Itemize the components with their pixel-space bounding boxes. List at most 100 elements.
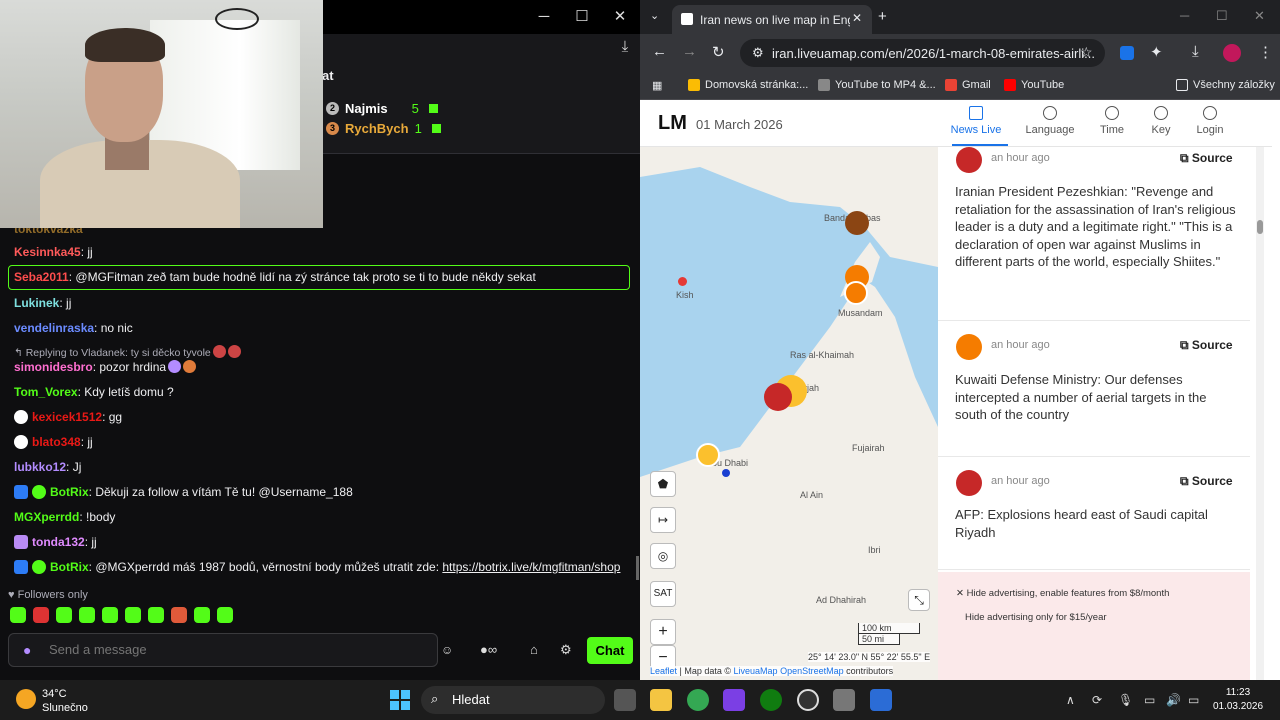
emote-icon[interactable]	[102, 607, 118, 623]
reload-icon[interactable]: ↻	[712, 43, 725, 61]
emote-icon[interactable]	[217, 607, 233, 623]
settings-icon[interactable]	[833, 689, 855, 711]
leaderboard-user[interactable]: RychBych	[345, 121, 409, 136]
reply-context[interactable]: ↰ Replying to Vladanek: ty si děcko tyvo…	[14, 345, 241, 359]
obs-icon[interactable]	[797, 689, 819, 711]
chat-username[interactable]: blato348	[32, 435, 81, 449]
battery-icon[interactable]: ▭	[1188, 693, 1199, 707]
microphone-icon[interactable]: ●	[23, 642, 31, 658]
chat-username[interactable]: Seba2011	[14, 270, 69, 284]
fullscreen-icon[interactable]: ⤡	[908, 589, 930, 611]
chat-username[interactable]: MGXperrdd	[14, 510, 79, 524]
map-satellite-button[interactable]: SAT	[650, 581, 676, 607]
source-link[interactable]: ⧉ Source	[1180, 151, 1233, 166]
chat-username[interactable]: BotRix	[50, 485, 89, 499]
emote-icon[interactable]	[171, 607, 187, 623]
chat-username[interactable]: Lukinek	[14, 296, 59, 310]
browser-tab[interactable]: Iran news on live map in English ✕	[672, 5, 872, 34]
download-icon[interactable]: ⤓	[615, 38, 635, 56]
bookmark-item[interactable]: YouTube to MP4 &...	[818, 79, 936, 91]
chat-message-input[interactable]	[49, 642, 409, 657]
microphone-icon[interactable]: 🎙	[1118, 693, 1133, 707]
map-location-dot[interactable]	[722, 469, 730, 477]
source-link[interactable]: ⧉ Source	[1180, 338, 1233, 353]
forward-icon[interactable]: →	[682, 43, 697, 60]
chat-send-button[interactable]: Chat	[587, 637, 633, 664]
map-event-marker[interactable]	[696, 443, 720, 467]
store-icon[interactable]: ⌂	[530, 642, 538, 657]
hide-ads-monthly-link[interactable]: ✕ Hide advertising, enable features from…	[956, 588, 1169, 599]
bookmark-item[interactable]: YouTube	[1004, 79, 1064, 91]
map-event-marker[interactable]	[845, 211, 869, 235]
chat-username[interactable]: Tom_Vorex	[14, 385, 78, 399]
feed-scrollbar-thumb[interactable]	[1257, 220, 1263, 234]
zoom-in-button[interactable]: +	[650, 619, 676, 645]
app-icon[interactable]	[723, 689, 745, 711]
emote-icon[interactable]	[194, 607, 210, 623]
chrome-icon[interactable]	[687, 689, 709, 711]
tab-language[interactable]: Language	[1019, 104, 1081, 136]
emote-icon[interactable]	[33, 607, 49, 623]
app-icon[interactable]	[870, 689, 892, 711]
maximize-icon[interactable]: ☐	[1216, 8, 1228, 24]
tab-search-icon[interactable]: ⌄	[650, 9, 659, 22]
new-tab-icon[interactable]: +	[878, 8, 887, 25]
tray-overflow-icon[interactable]: ∧	[1066, 693, 1075, 707]
settings-gear-icon[interactable]: ⚙	[560, 642, 572, 658]
emote-icon[interactable]	[148, 607, 164, 623]
live-map[interactable]: Bandar Abbas Kish Musandam Ras al-Khaima…	[640, 147, 938, 680]
points-icon[interactable]: ●∞	[480, 642, 497, 657]
chat-scrollbar[interactable]	[636, 556, 639, 580]
extension-icon[interactable]	[1120, 46, 1134, 60]
map-measure-button[interactable]: ↦	[650, 507, 676, 533]
volume-icon[interactable]: 🔊	[1166, 693, 1181, 707]
extensions-puzzle-icon[interactable]: ✦	[1150, 43, 1163, 61]
hide-ads-yearly-link[interactable]: Hide advertising only for $15/year	[965, 612, 1107, 623]
site-info-icon[interactable]: ⚙	[752, 45, 764, 61]
file-explorer-icon[interactable]	[650, 689, 672, 711]
bookmark-item[interactable]: Gmail	[945, 79, 991, 91]
network-icon[interactable]: ▭	[1144, 693, 1155, 707]
chat-input-box[interactable]: ● ☺	[8, 633, 453, 667]
site-date[interactable]: 01 March 2026	[696, 117, 783, 132]
taskbar-search[interactable]: ⌕ Hledat	[421, 686, 605, 714]
chat-username[interactable]: simonidesbro	[14, 360, 93, 374]
emote-icon[interactable]	[10, 607, 26, 623]
all-bookmarks[interactable]: Všechny záložky	[1176, 79, 1275, 91]
bookmark-star-icon[interactable]: ☆	[1080, 44, 1093, 61]
minimize-icon[interactable]: ─	[1180, 8, 1189, 23]
emote-icon[interactable]	[79, 607, 95, 623]
chat-username[interactable]: tonda132	[32, 535, 85, 549]
leaderboard-user[interactable]: Najmis	[345, 101, 388, 116]
chat-username[interactable]: vendelinraska	[14, 321, 94, 335]
windows-start-icon[interactable]	[390, 690, 410, 710]
xbox-icon[interactable]	[760, 689, 782, 711]
emote-icon[interactable]	[56, 607, 72, 623]
map-draw-polygon-button[interactable]: ⬟	[650, 471, 676, 497]
profile-avatar[interactable]	[1223, 44, 1241, 62]
minimize-icon[interactable]: ─	[534, 8, 554, 26]
close-icon[interactable]: ✕	[1254, 8, 1265, 24]
emoji-icon[interactable]: ☺	[441, 643, 453, 657]
taskbar-clock[interactable]: 11:23 01.03.2026	[1210, 686, 1266, 714]
back-icon[interactable]: ←	[652, 43, 667, 60]
chat-username[interactable]: Kesinnka45	[14, 245, 81, 259]
osm-link[interactable]: OpenStreetMap	[778, 666, 844, 676]
map-event-marker[interactable]	[844, 281, 868, 305]
leaflet-link[interactable]: Leaflet	[650, 666, 677, 676]
news-item[interactable]: an hour ago ⧉ Source Kuwaiti Defense Min…	[938, 321, 1250, 457]
map-event-marker[interactable]	[764, 383, 792, 411]
chat-username[interactable]: kexicek1512	[32, 410, 102, 424]
tab-close-icon[interactable]: ✕	[852, 11, 862, 25]
close-icon[interactable]: ✕	[610, 8, 630, 26]
tab-login[interactable]: Login	[1179, 104, 1241, 136]
maximize-icon[interactable]: ☐	[572, 8, 592, 26]
map-event-marker[interactable]	[678, 277, 687, 286]
menu-kebab-icon[interactable]: ⋮	[1258, 43, 1273, 61]
chat-username[interactable]: lubkko12	[14, 460, 66, 474]
address-bar[interactable]: ⚙ iran.liveuamap.com/en/2026/1-march-08-…	[740, 39, 1105, 67]
sync-icon[interactable]: ⟳	[1092, 693, 1102, 707]
apps-grid-icon[interactable]: ▦	[652, 79, 662, 92]
chat-username[interactable]: BotRix	[50, 560, 89, 574]
news-item[interactable]: an hour ago ⧉ Source AFP: Explosions hea…	[938, 457, 1250, 570]
